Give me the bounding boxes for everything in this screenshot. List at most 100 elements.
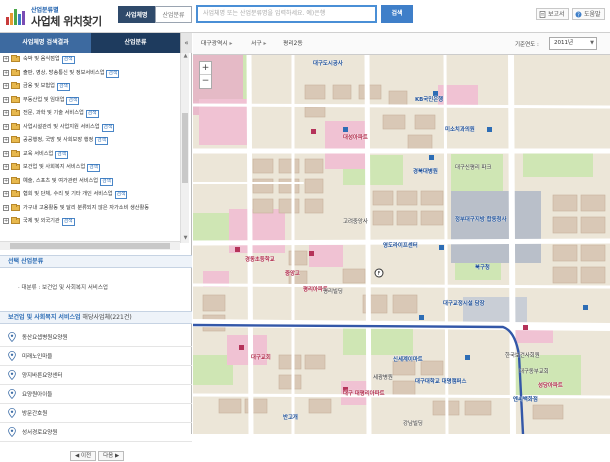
map-place-label[interactable]: 중앙고 (285, 269, 300, 277)
tab-industry-class[interactable]: 산업분류 (155, 6, 192, 23)
expand-icon[interactable]: + (3, 56, 9, 62)
map-place-label[interactable]: 신세계이마트 (393, 355, 423, 363)
crumb-dong-label: 평리2동 (283, 41, 303, 47)
expand-icon[interactable]: + (3, 191, 9, 197)
logo[interactable]: 산업분류별 사업체 위치찾기 (6, 3, 106, 29)
tree-item[interactable]: + 출판, 영상, 방송통신 및 정보서비스업 검색 (3, 68, 180, 78)
tree-vertical-scrollbar[interactable]: ▲ ▼ (180, 53, 189, 243)
tree-item[interactable]: + 협회 및 단체, 수리 및 기타 개인 서비스업 검색 (3, 190, 180, 199)
tab-search-results[interactable]: 사업체명 검색결과 (0, 33, 91, 53)
industry-tree: + 숙박 및 음식점업 검색 + 출판, 영상, 방송통신 및 정보서비스업 검색 + 금융 … (0, 55, 180, 241)
search-badge[interactable]: 검색 (61, 218, 75, 226)
expand-icon[interactable]: + (3, 204, 9, 211)
map-place-label[interactable]: 대구동부교회 (519, 367, 549, 375)
result-item[interactable]: 방문간호원 (0, 404, 192, 423)
scroll-thumb-horizontal[interactable] (10, 243, 170, 249)
map-place-label[interactable]: 대구신평리 파크 (455, 163, 491, 171)
zoom-out-button[interactable]: − (200, 75, 211, 88)
report-button[interactable]: 보고서 (536, 8, 569, 20)
tree-item[interactable]: + 숙박 및 음식점업 검색 (3, 55, 180, 64)
tree-item-text: 금융 및 보험업 (23, 83, 55, 89)
map-place-label[interactable]: 평리빌딩 (323, 287, 343, 295)
tree-item[interactable]: + 사업시설관리 및 사업지원 서비스업 검색 (3, 122, 180, 132)
search-badge[interactable]: 검색 (66, 96, 80, 105)
map-place-label[interactable]: 엔씨백화점 (513, 395, 538, 403)
tab-business-name[interactable]: 사업체명 (118, 6, 155, 23)
expand-icon[interactable]: + (3, 137, 9, 143)
search-badge[interactable]: 검색 (61, 56, 75, 64)
map-place-label[interactable]: 강남빌딩 (403, 419, 423, 427)
result-item[interactable]: 요양원아이들 (0, 385, 192, 404)
tree-item-text: 국제 및 외국기관 (23, 218, 60, 224)
map-place-label[interactable]: 대구 대평리아파트 (343, 389, 385, 397)
map-place-label[interactable]: 정부대구지방 합동청사 (455, 215, 506, 223)
map-place-label[interactable]: 반고개 (283, 413, 298, 421)
scroll-thumb[interactable] (182, 113, 188, 183)
search-badge[interactable]: 검색 (95, 137, 109, 145)
map-place-label[interactable]: 경동초등학교 (245, 255, 275, 263)
search-badge[interactable]: 검색 (85, 110, 99, 118)
result-item[interactable]: 미래노인마을 (0, 347, 192, 366)
map-place-label[interactable]: 고려중앙사 (343, 217, 368, 225)
tree-horizontal-scrollbar[interactable] (0, 241, 180, 250)
search-badge[interactable]: 검색 (56, 83, 70, 91)
map-place-label[interactable]: 대구교회 (251, 353, 271, 361)
tree-item[interactable]: + 금융 및 보험업 검색 (3, 82, 180, 91)
map-place-label[interactable]: KB국민은행 (415, 95, 443, 103)
tree-item[interactable]: + 가구내 고용활동 및 달리 분류되지 않은 자가소비 생산활동 (3, 203, 180, 213)
tree-item[interactable]: + 공공행정, 국방 및 사회보장 행정 검색 (3, 136, 180, 145)
result-item[interactable]: 양지바른요양센터 (0, 366, 192, 385)
zoom-in-button[interactable]: + (200, 62, 211, 75)
crumb-arrow-icon: ▸ (229, 41, 233, 47)
tree-item-text: 전문, 과학 및 기술 서비스업 (23, 110, 84, 116)
tree-item[interactable]: + 국제 및 외국기관 검색 (3, 217, 180, 226)
crumb-dong[interactable]: 평리2동 (283, 38, 303, 50)
search-button[interactable]: 검색 (381, 5, 413, 23)
next-page-button[interactable]: 다음 ▶ (98, 451, 125, 461)
map-place-label[interactable]: 대구교정시설 담장 (443, 299, 485, 307)
expand-icon[interactable]: + (3, 69, 9, 76)
search-badge[interactable]: 검색 (87, 164, 101, 172)
crumb-city[interactable]: 대구광역시 ▸ (201, 38, 232, 50)
year-select[interactable]: 2011년 ▼ (549, 37, 597, 50)
map-view[interactable]: F + − 대구도시공사 KB국민은행 미소치과의원 대성아파트 경북대병원 대구신평리 … (193, 55, 610, 434)
expand-icon[interactable]: + (3, 150, 9, 157)
map-place-label[interactable]: 미소치과의원 (445, 125, 475, 133)
tab-industry-tree[interactable]: 산업분류 (91, 33, 180, 53)
map-place-label[interactable]: 대구도시공사 (313, 59, 343, 67)
expand-icon[interactable]: + (3, 83, 9, 89)
search-badge[interactable]: 검색 (101, 123, 115, 132)
tree-item[interactable]: + 전문, 과학 및 기술 서비스업 검색 (3, 109, 180, 118)
crumb-district[interactable]: 서구 ▸ (251, 38, 266, 50)
result-item[interactable]: 성서경로요양원 (0, 423, 192, 442)
search-badge[interactable]: 검색 (106, 69, 120, 78)
expand-icon[interactable]: + (3, 177, 9, 184)
prev-page-button[interactable]: ◀ 이전 (70, 451, 97, 461)
map-place-label[interactable]: 북구청 (475, 263, 490, 271)
map-place-label[interactable]: 대성아파트 (343, 133, 368, 141)
expand-icon[interactable]: + (3, 164, 9, 170)
map-place-label[interactable]: 경북대병원 (413, 167, 438, 175)
map-place-label[interactable]: 대구대학교 대명캠퍼스 (415, 377, 466, 385)
result-item[interactable]: 동산요셉병원요양원 (0, 328, 192, 347)
expand-icon[interactable]: + (3, 96, 9, 103)
scroll-down-icon[interactable]: ▼ (181, 235, 190, 243)
expand-icon[interactable]: + (3, 123, 9, 130)
map-place-label[interactable]: 영도라이프센터 (383, 241, 418, 249)
help-button[interactable]: ? 도움말 (572, 8, 605, 20)
tree-item[interactable]: + 교육 서비스업 검색 (3, 149, 180, 159)
expand-icon[interactable]: + (3, 218, 9, 224)
map-place-label[interactable]: 한국보건사회원 (505, 351, 540, 359)
search-badge[interactable]: 검색 (55, 150, 69, 159)
scroll-up-icon[interactable]: ▲ (181, 53, 190, 61)
map-place-label[interactable]: 성당아파트 (538, 381, 563, 389)
search-badge[interactable]: 검색 (100, 177, 113, 186)
tree-item[interactable]: + 부동산업 및 임대업 검색 (3, 95, 180, 105)
search-input[interactable]: 사업체명 또는 산업분류명을 입력하세요. 예)은행 (196, 5, 377, 23)
expand-icon[interactable]: + (3, 110, 9, 116)
collapse-sidebar-button[interactable]: « (180, 33, 192, 53)
search-badge[interactable]: 검색 (114, 191, 128, 199)
tree-item[interactable]: + 예술, 스포츠 및 여가관련 서비스업 검색 (3, 176, 180, 186)
map-place-label[interactable]: 세광병원 (373, 373, 393, 381)
tree-item[interactable]: + 보건업 및 사회복지 서비스업 검색 (3, 163, 180, 172)
